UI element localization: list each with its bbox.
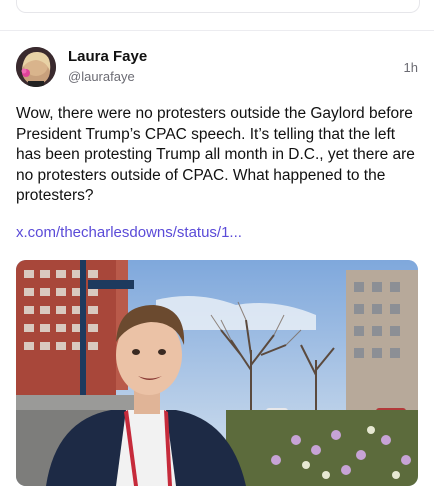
video-thumbnail[interactable] bbox=[16, 260, 418, 486]
author-handle[interactable]: @laurafaye bbox=[68, 69, 135, 84]
avatar-image bbox=[16, 47, 56, 87]
post-timestamp: 1h bbox=[403, 60, 418, 75]
author-name[interactable]: Laura Faye bbox=[68, 48, 147, 65]
post-link[interactable]: x.com/thecharlesdowns/status/1... bbox=[16, 224, 242, 241]
post-text: Wow, there were no protesters outside th… bbox=[16, 105, 415, 204]
video-thumbnail-image bbox=[16, 260, 418, 486]
previous-post-card bbox=[16, 0, 420, 13]
avatar[interactable] bbox=[16, 47, 56, 87]
post-card: Laura Faye @laurafaye 1h Wow, there were… bbox=[0, 31, 434, 500]
